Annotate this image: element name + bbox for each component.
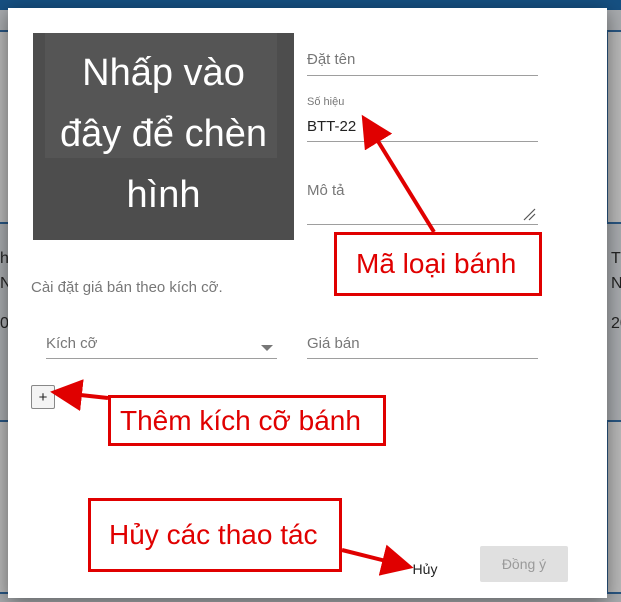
cancel-button[interactable]: Hủy xyxy=(400,554,450,584)
image-hint-line-3: hình xyxy=(126,174,201,216)
resize-grip-icon[interactable] xyxy=(522,207,536,221)
price-placeholder: Giá bán xyxy=(307,335,360,352)
confirm-button[interactable]: Đồng ý xyxy=(480,546,568,582)
code-value: BTT-22 xyxy=(307,118,357,135)
image-hint-line-2: đây để chèn xyxy=(59,113,268,155)
price-field[interactable]: Giá bán xyxy=(307,332,538,359)
name-placeholder: Đặt tên xyxy=(307,51,356,68)
size-pricing-note: Cài đặt giá bán theo kích cỡ. xyxy=(31,279,223,296)
add-size-button[interactable]: + xyxy=(31,385,55,409)
code-callout: Mã loại bánh xyxy=(334,232,542,296)
code-field[interactable]: Số hiệu BTT-22 xyxy=(307,94,538,142)
image-upload-area[interactable]: Nhấp vào đây để chèn hình xyxy=(33,33,294,240)
dropdown-arrow-icon[interactable] xyxy=(261,345,273,351)
image-hint-line-1: Nhấp vào xyxy=(82,52,245,94)
name-field[interactable]: Đặt tên xyxy=(307,48,538,76)
size-select[interactable]: Kích cỡ xyxy=(46,332,277,359)
size-select-placeholder: Kích cỡ xyxy=(46,335,98,352)
image-upload-hint: Nhấp vào đây để chèn hình xyxy=(33,43,294,226)
add-size-callout: Thêm kích cỡ bánh xyxy=(108,395,386,446)
description-field[interactable]: Mô tả xyxy=(307,178,538,225)
cancel-callout: Hủy các thao tác xyxy=(88,498,342,572)
description-placeholder: Mô tả xyxy=(307,182,345,199)
code-label: Số hiệu xyxy=(307,96,345,108)
